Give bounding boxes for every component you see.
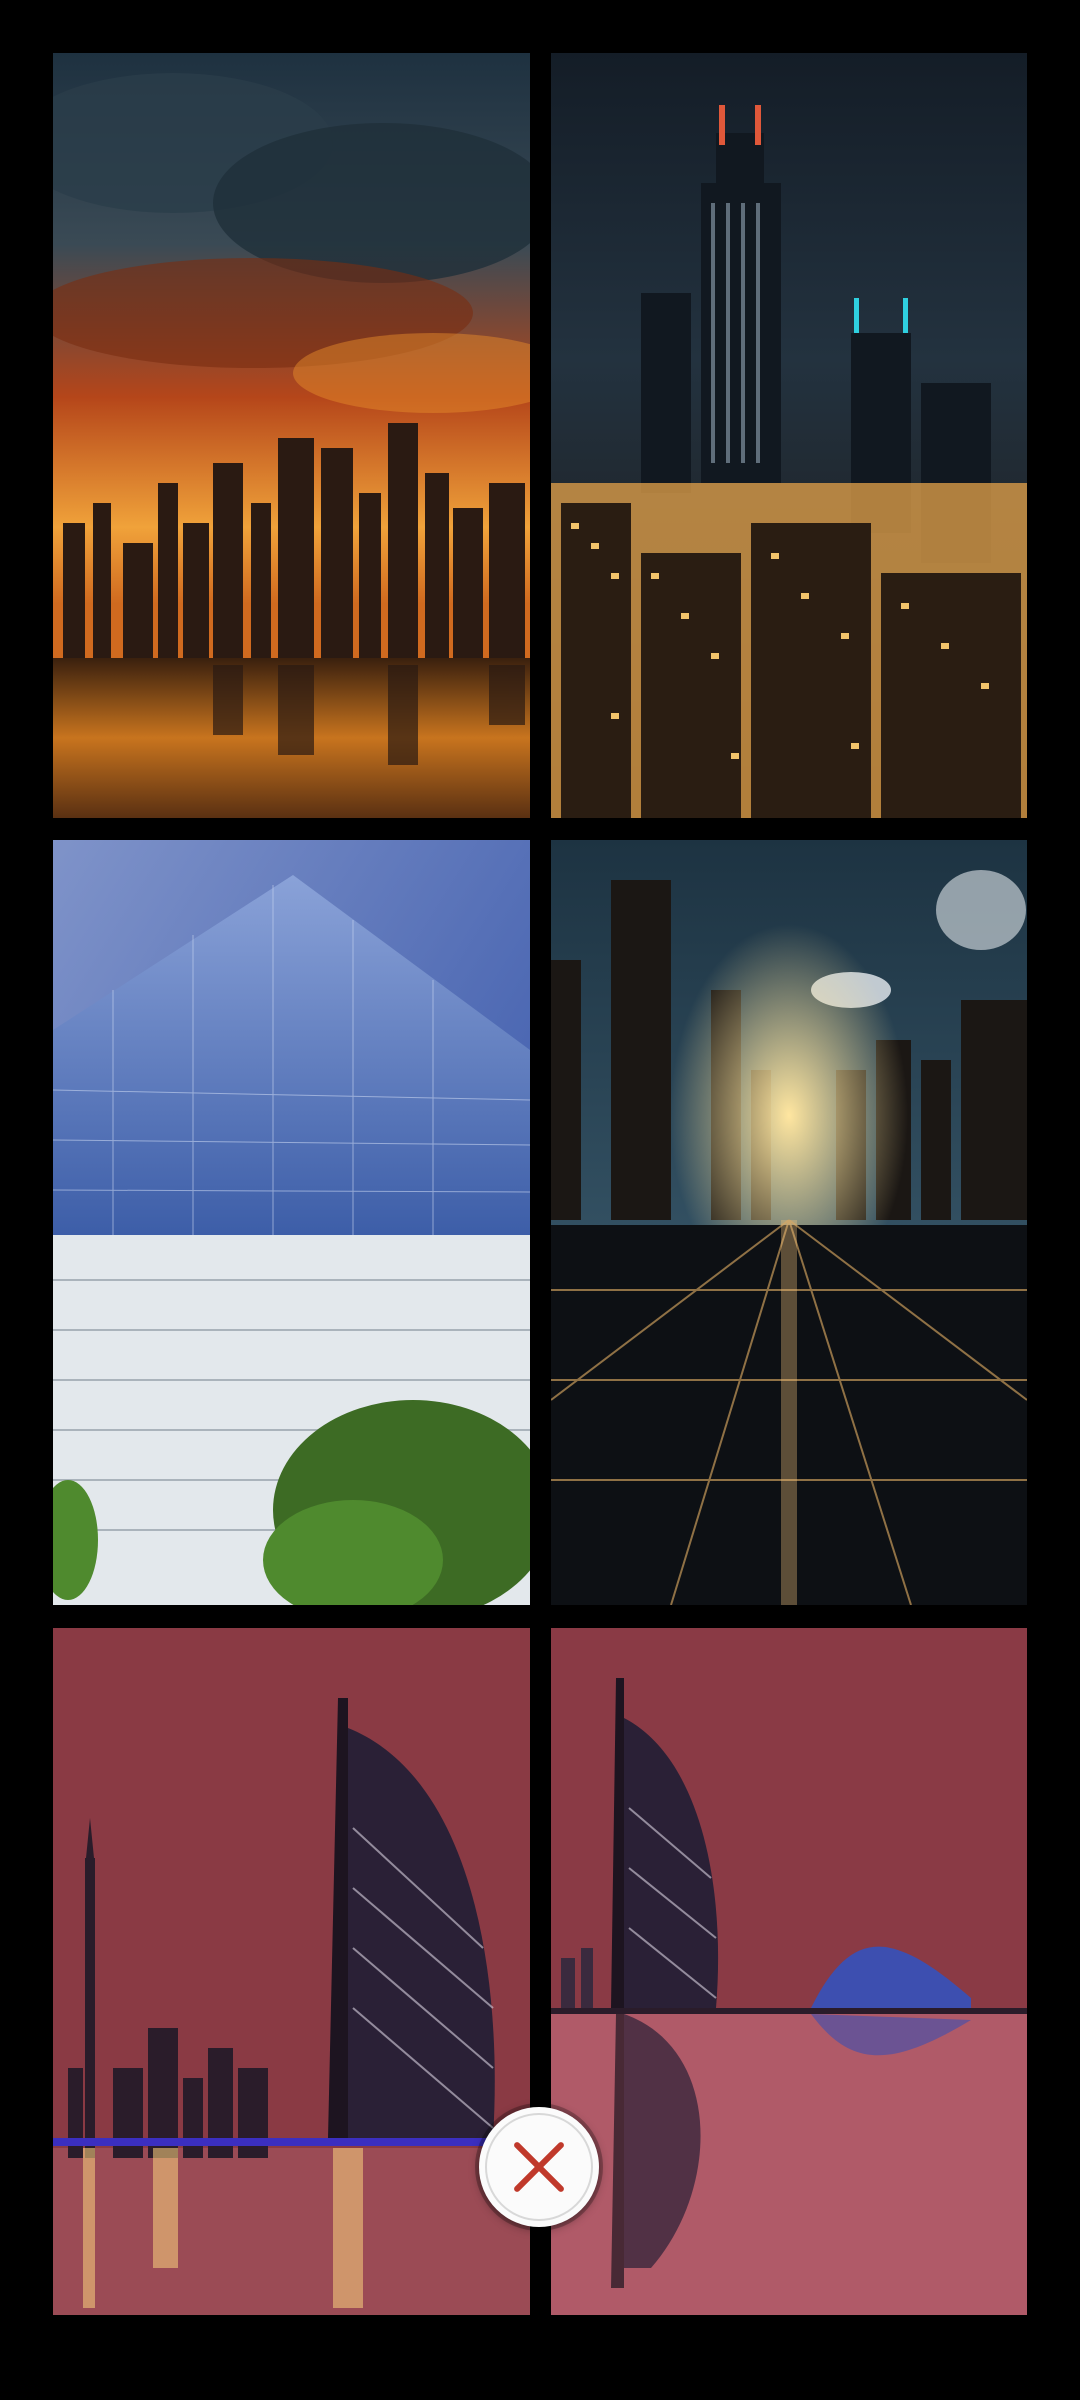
glass-pyramid-image [53,840,530,1605]
wallpaper-tile-6[interactable] [551,1628,1027,2315]
night-city-image [551,53,1027,818]
burj-reflection-image [551,1628,1027,2315]
wallpaper-tile-4[interactable] [551,840,1027,1605]
futuristic-city-image [551,840,1027,1605]
close-icon [507,2135,571,2199]
wallpaper-tile-1[interactable] [53,53,530,818]
wallpaper-grid [0,0,1080,2400]
wallpaper-tile-2[interactable] [551,53,1027,818]
stormy-skyline-image [53,53,530,818]
dubai-skyline-image [53,1628,530,2315]
wallpaper-tile-3[interactable] [53,840,530,1605]
close-button[interactable] [479,2107,599,2227]
wallpaper-tile-5[interactable] [53,1628,530,2315]
